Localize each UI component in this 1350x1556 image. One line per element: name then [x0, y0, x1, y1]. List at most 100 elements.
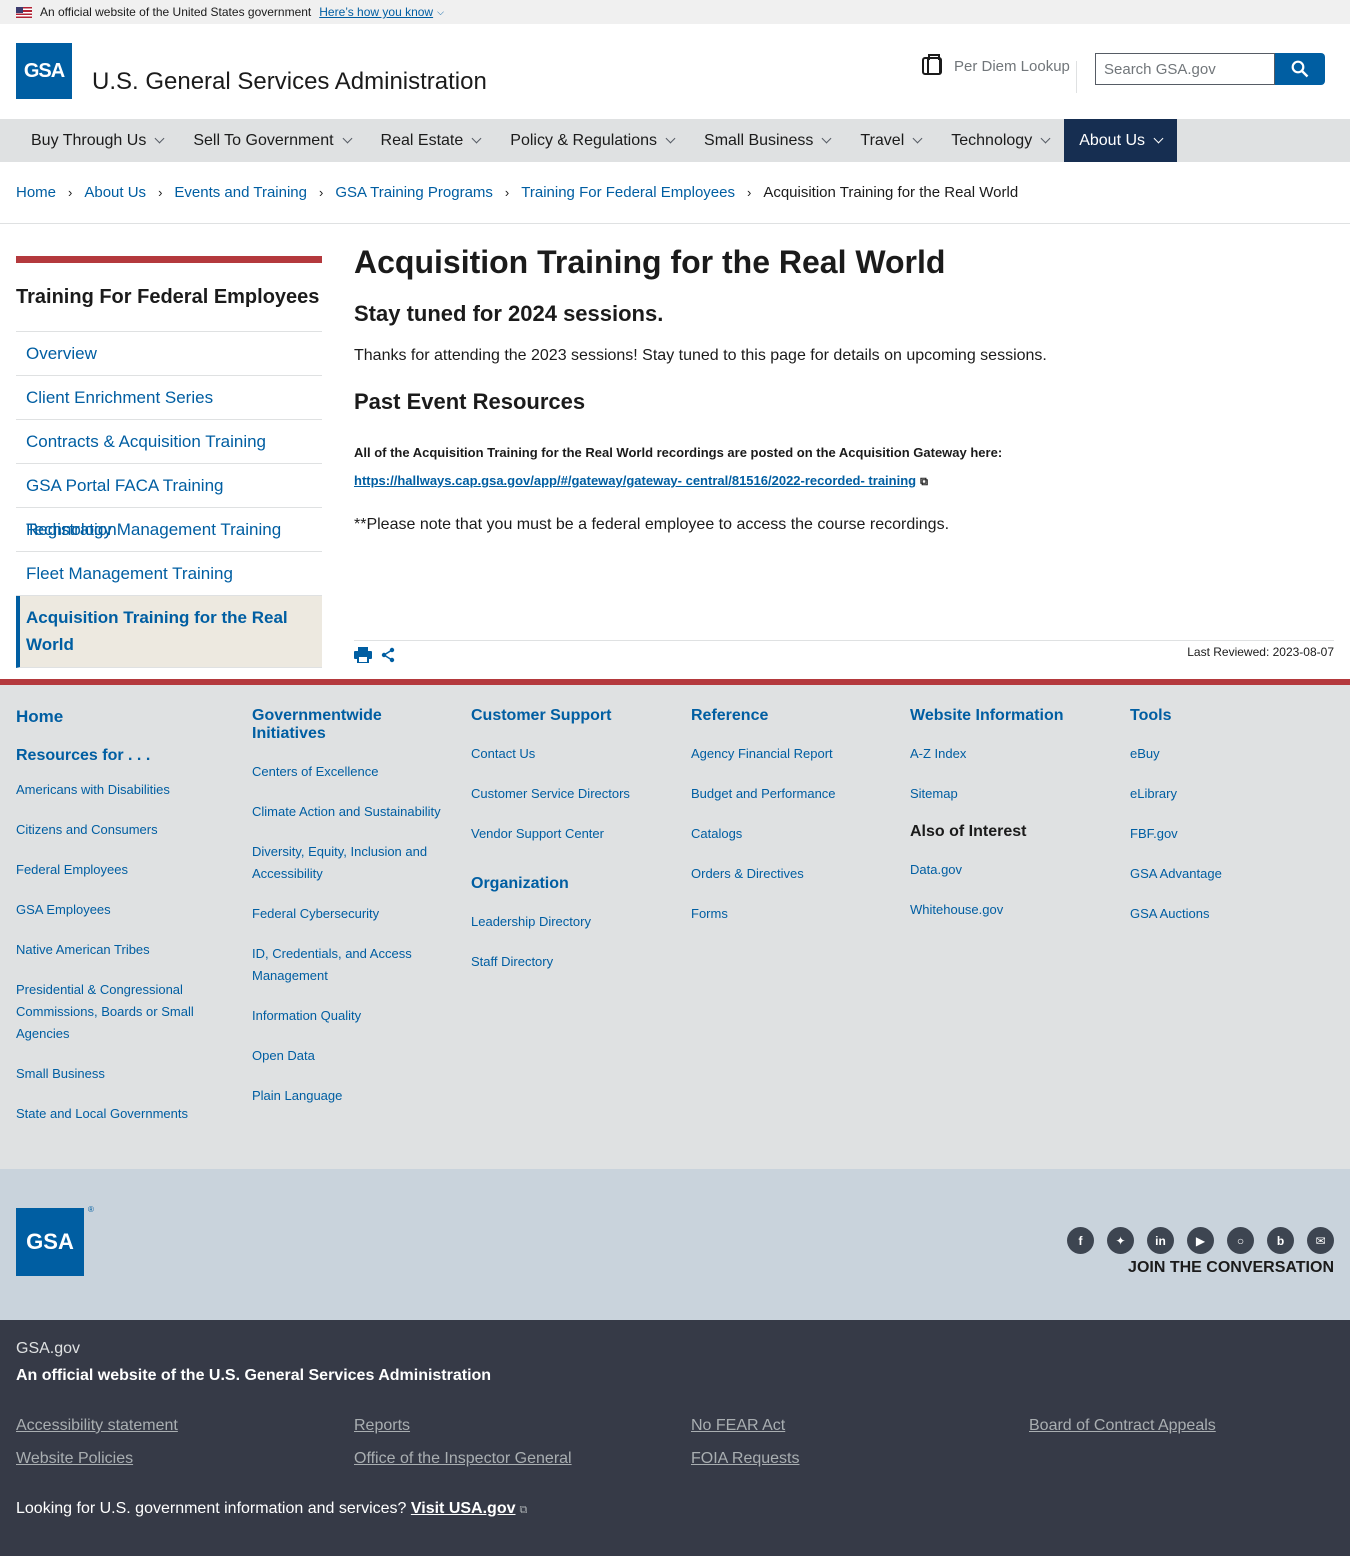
- breadcrumb-training-programs[interactable]: GSA Training Programs: [335, 184, 493, 201]
- sidenav-item-overview[interactable]: Overview: [16, 332, 322, 376]
- main-content-area: Training For Federal Employees Overview …: [0, 224, 1350, 679]
- footer-link[interactable]: Native American Tribes: [16, 939, 226, 961]
- footer-col-tools: Tools eBuy eLibrary FBF.gov GSA Advantag…: [1130, 707, 1330, 943]
- footer-link[interactable]: Small Business: [16, 1063, 226, 1085]
- footer-link[interactable]: Plain Language: [252, 1085, 442, 1107]
- footer-link[interactable]: eLibrary: [1130, 783, 1330, 805]
- chevron-down-icon: [912, 133, 923, 144]
- footer-link[interactable]: Federal Cybersecurity: [252, 903, 442, 925]
- chevron-down-icon: [1040, 133, 1051, 144]
- nav-policy-regulations[interactable]: Policy & Regulations: [495, 119, 689, 162]
- footer-link[interactable]: Whitehouse.gov: [910, 899, 1110, 921]
- footer-link[interactable]: Staff Directory: [471, 951, 671, 973]
- foia-requests-link[interactable]: FOIA Requests: [691, 1450, 800, 1468]
- footer-link[interactable]: Contact Us: [471, 743, 671, 765]
- inspector-general-link[interactable]: Office of the Inspector General: [354, 1450, 572, 1468]
- footer-link[interactable]: Vendor Support Center: [471, 823, 671, 845]
- sidenav-item-client-enrichment[interactable]: Client Enrichment Series: [16, 376, 322, 420]
- per-diem-label: Per Diem Lookup: [954, 57, 1070, 75]
- footer-gsa-logo[interactable]: GSA: [16, 1208, 84, 1276]
- footer-link[interactable]: Orders & Directives: [691, 863, 891, 885]
- sidenav-item-faca-registration[interactable]: GSA Portal FACA Training Registration: [16, 464, 322, 539]
- youtube-icon[interactable]: ▶: [1187, 1227, 1214, 1254]
- footer-link[interactable]: GSA Auctions: [1130, 903, 1330, 925]
- chevron-right-icon: ›: [746, 185, 752, 200]
- footer-link[interactable]: Catalogs: [691, 823, 891, 845]
- nav-buy-through-us[interactable]: Buy Through Us: [16, 119, 178, 162]
- sidenav-item-technology-management[interactable]: Technology Management Training: [16, 508, 322, 552]
- footer-link[interactable]: Open Data: [252, 1045, 442, 1067]
- footer-link[interactable]: Data.gov: [910, 859, 1110, 881]
- footer-link[interactable]: eBuy: [1130, 743, 1330, 765]
- linkedin-icon[interactable]: in: [1147, 1227, 1174, 1254]
- nav-sell-to-government[interactable]: Sell To Government: [178, 119, 365, 162]
- footer-link[interactable]: Agency Financial Report: [691, 743, 891, 765]
- footer-link[interactable]: Citizens and Consumers: [16, 819, 226, 841]
- footer-home-link[interactable]: Home: [16, 707, 226, 727]
- website-policies-link[interactable]: Website Policies: [16, 1450, 133, 1468]
- search-input[interactable]: [1095, 53, 1275, 85]
- per-diem-lookup-link[interactable]: Per Diem Lookup: [922, 54, 1070, 75]
- search-button[interactable]: [1275, 53, 1325, 85]
- footer-link[interactable]: Centers of Excellence: [252, 761, 442, 783]
- registered-mark: ®: [88, 1205, 94, 1214]
- footer-link[interactable]: Leadership Directory: [471, 911, 671, 933]
- gsa-logo[interactable]: GSA: [16, 43, 72, 99]
- breadcrumb-federal-employees[interactable]: Training For Federal Employees: [521, 184, 735, 201]
- footer-link[interactable]: Federal Employees: [16, 859, 226, 881]
- recordings-link[interactable]: https://hallways.cap.gsa.gov/app/#/gatew…: [354, 473, 916, 488]
- nav-travel[interactable]: Travel: [845, 119, 936, 162]
- footer-link[interactable]: Information Quality: [252, 1005, 442, 1027]
- board-contract-appeals-link[interactable]: Board of Contract Appeals: [1029, 1417, 1216, 1435]
- footer-link[interactable]: FBF.gov: [1130, 823, 1330, 845]
- page-tools: Last Reviewed: 2023-08-07: [354, 640, 1334, 670]
- sidenav-item-current[interactable]: Acquisition Training for the Real World: [16, 596, 322, 668]
- reports-link[interactable]: Reports: [354, 1417, 410, 1435]
- footer-link[interactable]: Budget and Performance: [691, 783, 891, 805]
- footer-link[interactable]: Presidential & Congressional Commissions…: [16, 979, 226, 1045]
- print-icon[interactable]: [354, 647, 372, 663]
- footer-link[interactable]: Diversity, Equity, Inclusion and Accessi…: [252, 841, 442, 885]
- twitter-icon[interactable]: ✦: [1107, 1227, 1134, 1254]
- footer-col-governmentwide: Governmentwide Initiatives Centers of Ex…: [252, 707, 442, 1125]
- footer-link[interactable]: State and Local Governments: [16, 1103, 226, 1125]
- nav-real-estate[interactable]: Real Estate: [366, 119, 496, 162]
- share-icon[interactable]: [380, 647, 396, 663]
- footer-col-resources: Home Resources for . . . Americans with …: [16, 707, 226, 1143]
- site-header: GSA U.S. General Services Administration…: [0, 24, 1350, 119]
- footer-link[interactable]: Customer Service Directors: [471, 783, 671, 805]
- join-the-conversation: JOIN THE CONVERSATION: [1128, 1259, 1334, 1276]
- site-title[interactable]: U.S. General Services Administration: [92, 68, 487, 96]
- how-you-know-link[interactable]: Here’s how you know: [319, 5, 433, 19]
- breadcrumb-home[interactable]: Home: [16, 184, 56, 201]
- footer-link[interactable]: Americans with Disabilities: [16, 779, 226, 801]
- nav-about-us[interactable]: About Us: [1064, 119, 1178, 162]
- footer-link[interactable]: Forms: [691, 903, 891, 925]
- footer-link[interactable]: ID, Credentials, and Access Management: [252, 943, 442, 987]
- footer-link[interactable]: Sitemap: [910, 783, 1110, 805]
- blog-icon[interactable]: b: [1267, 1227, 1294, 1254]
- breadcrumb-events-training[interactable]: Events and Training: [174, 184, 307, 201]
- nav-label: Small Business: [704, 131, 814, 149]
- footer-link[interactable]: Climate Action and Sustainability: [252, 801, 442, 823]
- no-fear-act-link[interactable]: No FEAR Act: [691, 1417, 785, 1435]
- footer-link[interactable]: GSA Advantage: [1130, 863, 1330, 885]
- sidenav-item-fleet-management[interactable]: Fleet Management Training: [16, 552, 322, 596]
- social-links: f ✦ in ▶ ○ b ✉: [1067, 1227, 1334, 1254]
- nav-small-business[interactable]: Small Business: [689, 119, 845, 162]
- past-resources-heading: Past Event Resources: [354, 389, 586, 414]
- accessibility-link[interactable]: Accessibility statement: [16, 1417, 178, 1435]
- sidenav-item-contracts-acquisition[interactable]: Contracts & Acquisition Training: [16, 420, 322, 464]
- email-icon[interactable]: ✉: [1307, 1227, 1334, 1254]
- footer-link[interactable]: A-Z Index: [910, 743, 1110, 765]
- instagram-icon[interactable]: ○: [1227, 1227, 1254, 1254]
- main-nav: Buy Through Us Sell To Government Real E…: [0, 119, 1350, 162]
- breadcrumb-about-us[interactable]: About Us: [84, 184, 146, 201]
- nav-technology[interactable]: Technology: [936, 119, 1064, 162]
- chevron-down-icon[interactable]: ⌵: [437, 7, 444, 18]
- chevron-right-icon: ›: [68, 185, 73, 200]
- facebook-icon[interactable]: f: [1067, 1227, 1094, 1254]
- footer-link[interactable]: GSA Employees: [16, 899, 226, 921]
- visit-usa-gov-link[interactable]: Visit USA.gov: [411, 1500, 516, 1517]
- last-reviewed: Last Reviewed: 2023-08-07: [1187, 645, 1334, 659]
